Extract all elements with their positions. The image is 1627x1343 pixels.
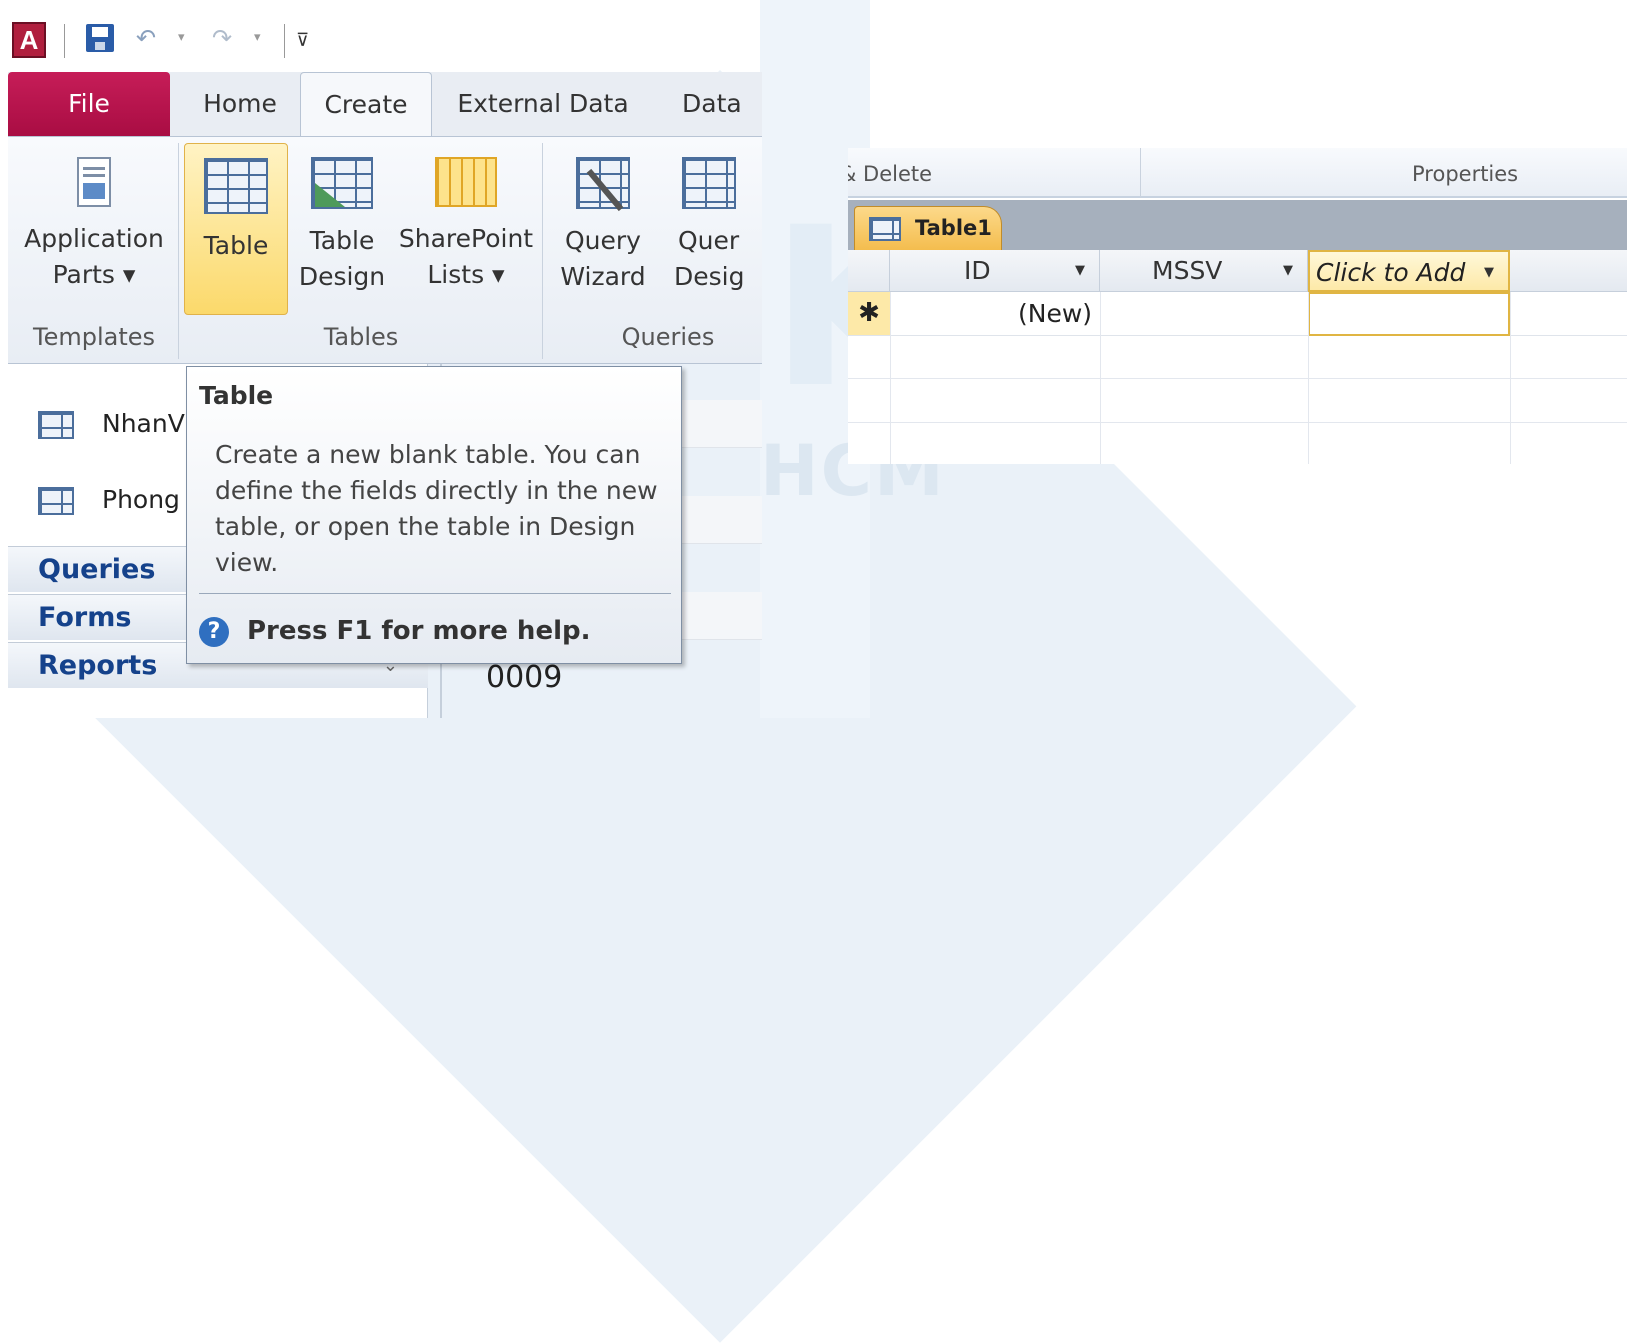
sharepoint-lists-button[interactable]: SharePoint Lists ▾ [394, 143, 538, 315]
application-parts-button[interactable]: Application Parts ▾ [14, 143, 174, 315]
dropdown-arrow-icon[interactable]: ▼ [1075, 250, 1085, 292]
tab-file[interactable]: File [8, 72, 170, 136]
query-wizard-button[interactable]: Query Wizard [558, 143, 648, 315]
ribbon-create: Application Parts ▾ Templates Table Tabl… [8, 136, 762, 364]
table-design-label-1: Table [309, 226, 375, 255]
grid-line [848, 378, 1627, 379]
ribbon-group-labels: & Delete Properties [848, 148, 1627, 198]
table-window: & Delete Properties Table1 ID ▼ MSSV ▼ Cli… [848, 148, 1627, 464]
new-record-id: (New) [1018, 299, 1093, 328]
group-tables: Tables [323, 323, 399, 351]
table-icon [38, 487, 74, 515]
tab-home[interactable]: Home [178, 72, 302, 136]
sharepoint-lists-icon [435, 157, 497, 207]
dropdown-arrow-icon[interactable]: ▼ [1484, 252, 1494, 294]
column-header-id[interactable]: ID ▼ [890, 250, 1100, 292]
header-row: ID ▼ MSSV ▼ Click to Add ▼ [848, 250, 1627, 292]
nav-group-label: Reports [38, 650, 158, 681]
tab-table1-label: Table1 [915, 216, 992, 240]
query-design-button[interactable]: Quer Desig [664, 143, 762, 315]
column-header-label: MSSV [1152, 256, 1223, 285]
group-queries: Queries [621, 323, 715, 351]
nav-group-label: Forms [38, 602, 132, 633]
access-app-icon[interactable]: A [12, 22, 46, 58]
customize-qat-icon[interactable]: ⊽ [296, 30, 309, 51]
select-all-cell[interactable] [848, 250, 890, 292]
document-tabs: Table1 [848, 200, 1627, 250]
query-wizard-icon [576, 157, 630, 212]
nav-item-label: Phong [102, 485, 180, 514]
quick-access-toolbar: A ↶ ▾ ↷ ▾ ⊽ [0, 0, 530, 72]
sharepoint-lists-label-2: Lists ▾ [427, 260, 505, 289]
table-design-icon [311, 157, 373, 209]
query-wizard-label-1: Query [565, 226, 641, 255]
grid-line [848, 422, 1627, 423]
tab-external-data[interactable]: External Data [448, 72, 638, 136]
sharepoint-lists-label-1: SharePoint [398, 224, 534, 253]
group-templates: Templates [32, 323, 155, 351]
table-icon [869, 217, 901, 241]
tab-create[interactable]: Create [300, 72, 432, 136]
tooltip-separator [199, 593, 671, 594]
table-design-button[interactable]: Table Design [292, 143, 392, 315]
qat-separator [284, 24, 285, 58]
query-design-label-1: Quer [678, 226, 740, 255]
datasheet-grid: ID ▼ MSSV ▼ Click to Add ▼ ✱ (New) [848, 250, 1627, 464]
tab-table1[interactable]: Table1 [854, 206, 1002, 250]
group-separator [542, 143, 543, 359]
nav-item-label: NhanV [102, 409, 185, 438]
group-properties: Properties [1412, 162, 1519, 186]
group-records-delete: & Delete [848, 162, 933, 186]
nav-item-nhanvien[interactable]: NhanV [38, 404, 185, 444]
table-design-label-2: Design [298, 262, 386, 291]
redo-dropdown-icon[interactable]: ▾ [254, 30, 261, 45]
table-icon [204, 158, 268, 214]
query-wizard-label-2: Wizard [560, 262, 646, 291]
undo-dropdown-icon[interactable]: ▾ [178, 30, 185, 45]
tooltip-title: Table [199, 381, 274, 410]
undo-icon[interactable]: ↶ [136, 24, 156, 52]
column-header-label: Click to Add [1316, 258, 1466, 287]
new-record-cell-add[interactable] [1308, 292, 1510, 336]
access-window-left: A ↶ ▾ ↷ ▾ ⊽ File Home Create External Da… [0, 0, 762, 718]
record-value: 0009 [486, 660, 563, 695]
column-header-click-to-add[interactable]: Click to Add ▼ [1308, 250, 1510, 292]
query-design-label-2: Desig [674, 262, 745, 291]
tooltip-table: Table Create a new blank table. You can … [186, 366, 682, 664]
query-design-icon [682, 157, 736, 209]
qat-separator [64, 24, 65, 58]
redo-icon[interactable]: ↷ [212, 24, 232, 52]
tab-database-tools[interactable]: Data [682, 72, 762, 136]
application-parts-label-1: Application [24, 224, 164, 253]
tooltip-help: ? Press F1 for more help. [199, 613, 590, 649]
table-label: Table [203, 231, 269, 260]
group-separator [178, 143, 179, 359]
ribbon-tabs: File Home Create External Data Data [8, 72, 762, 136]
table-button[interactable]: Table [184, 143, 288, 315]
column-header-label: ID [964, 256, 991, 285]
column-header-mssv[interactable]: MSSV ▼ [1100, 250, 1308, 292]
new-record-icon: ✱ [848, 292, 890, 335]
application-parts-label-2: Parts ▾ [52, 260, 136, 289]
nav-group-label: Queries [38, 554, 156, 585]
group-separator [1140, 148, 1141, 198]
nav-item-phong[interactable]: Phong [38, 480, 180, 520]
dropdown-arrow-icon[interactable]: ▼ [1283, 250, 1293, 292]
help-icon: ? [199, 616, 229, 647]
tooltip-body: Create a new blank table. You can define… [215, 440, 658, 577]
application-parts-icon [77, 157, 111, 207]
save-icon[interactable] [86, 24, 114, 52]
table-icon [38, 411, 74, 439]
tooltip-help-text: Press F1 for more help. [247, 616, 591, 646]
